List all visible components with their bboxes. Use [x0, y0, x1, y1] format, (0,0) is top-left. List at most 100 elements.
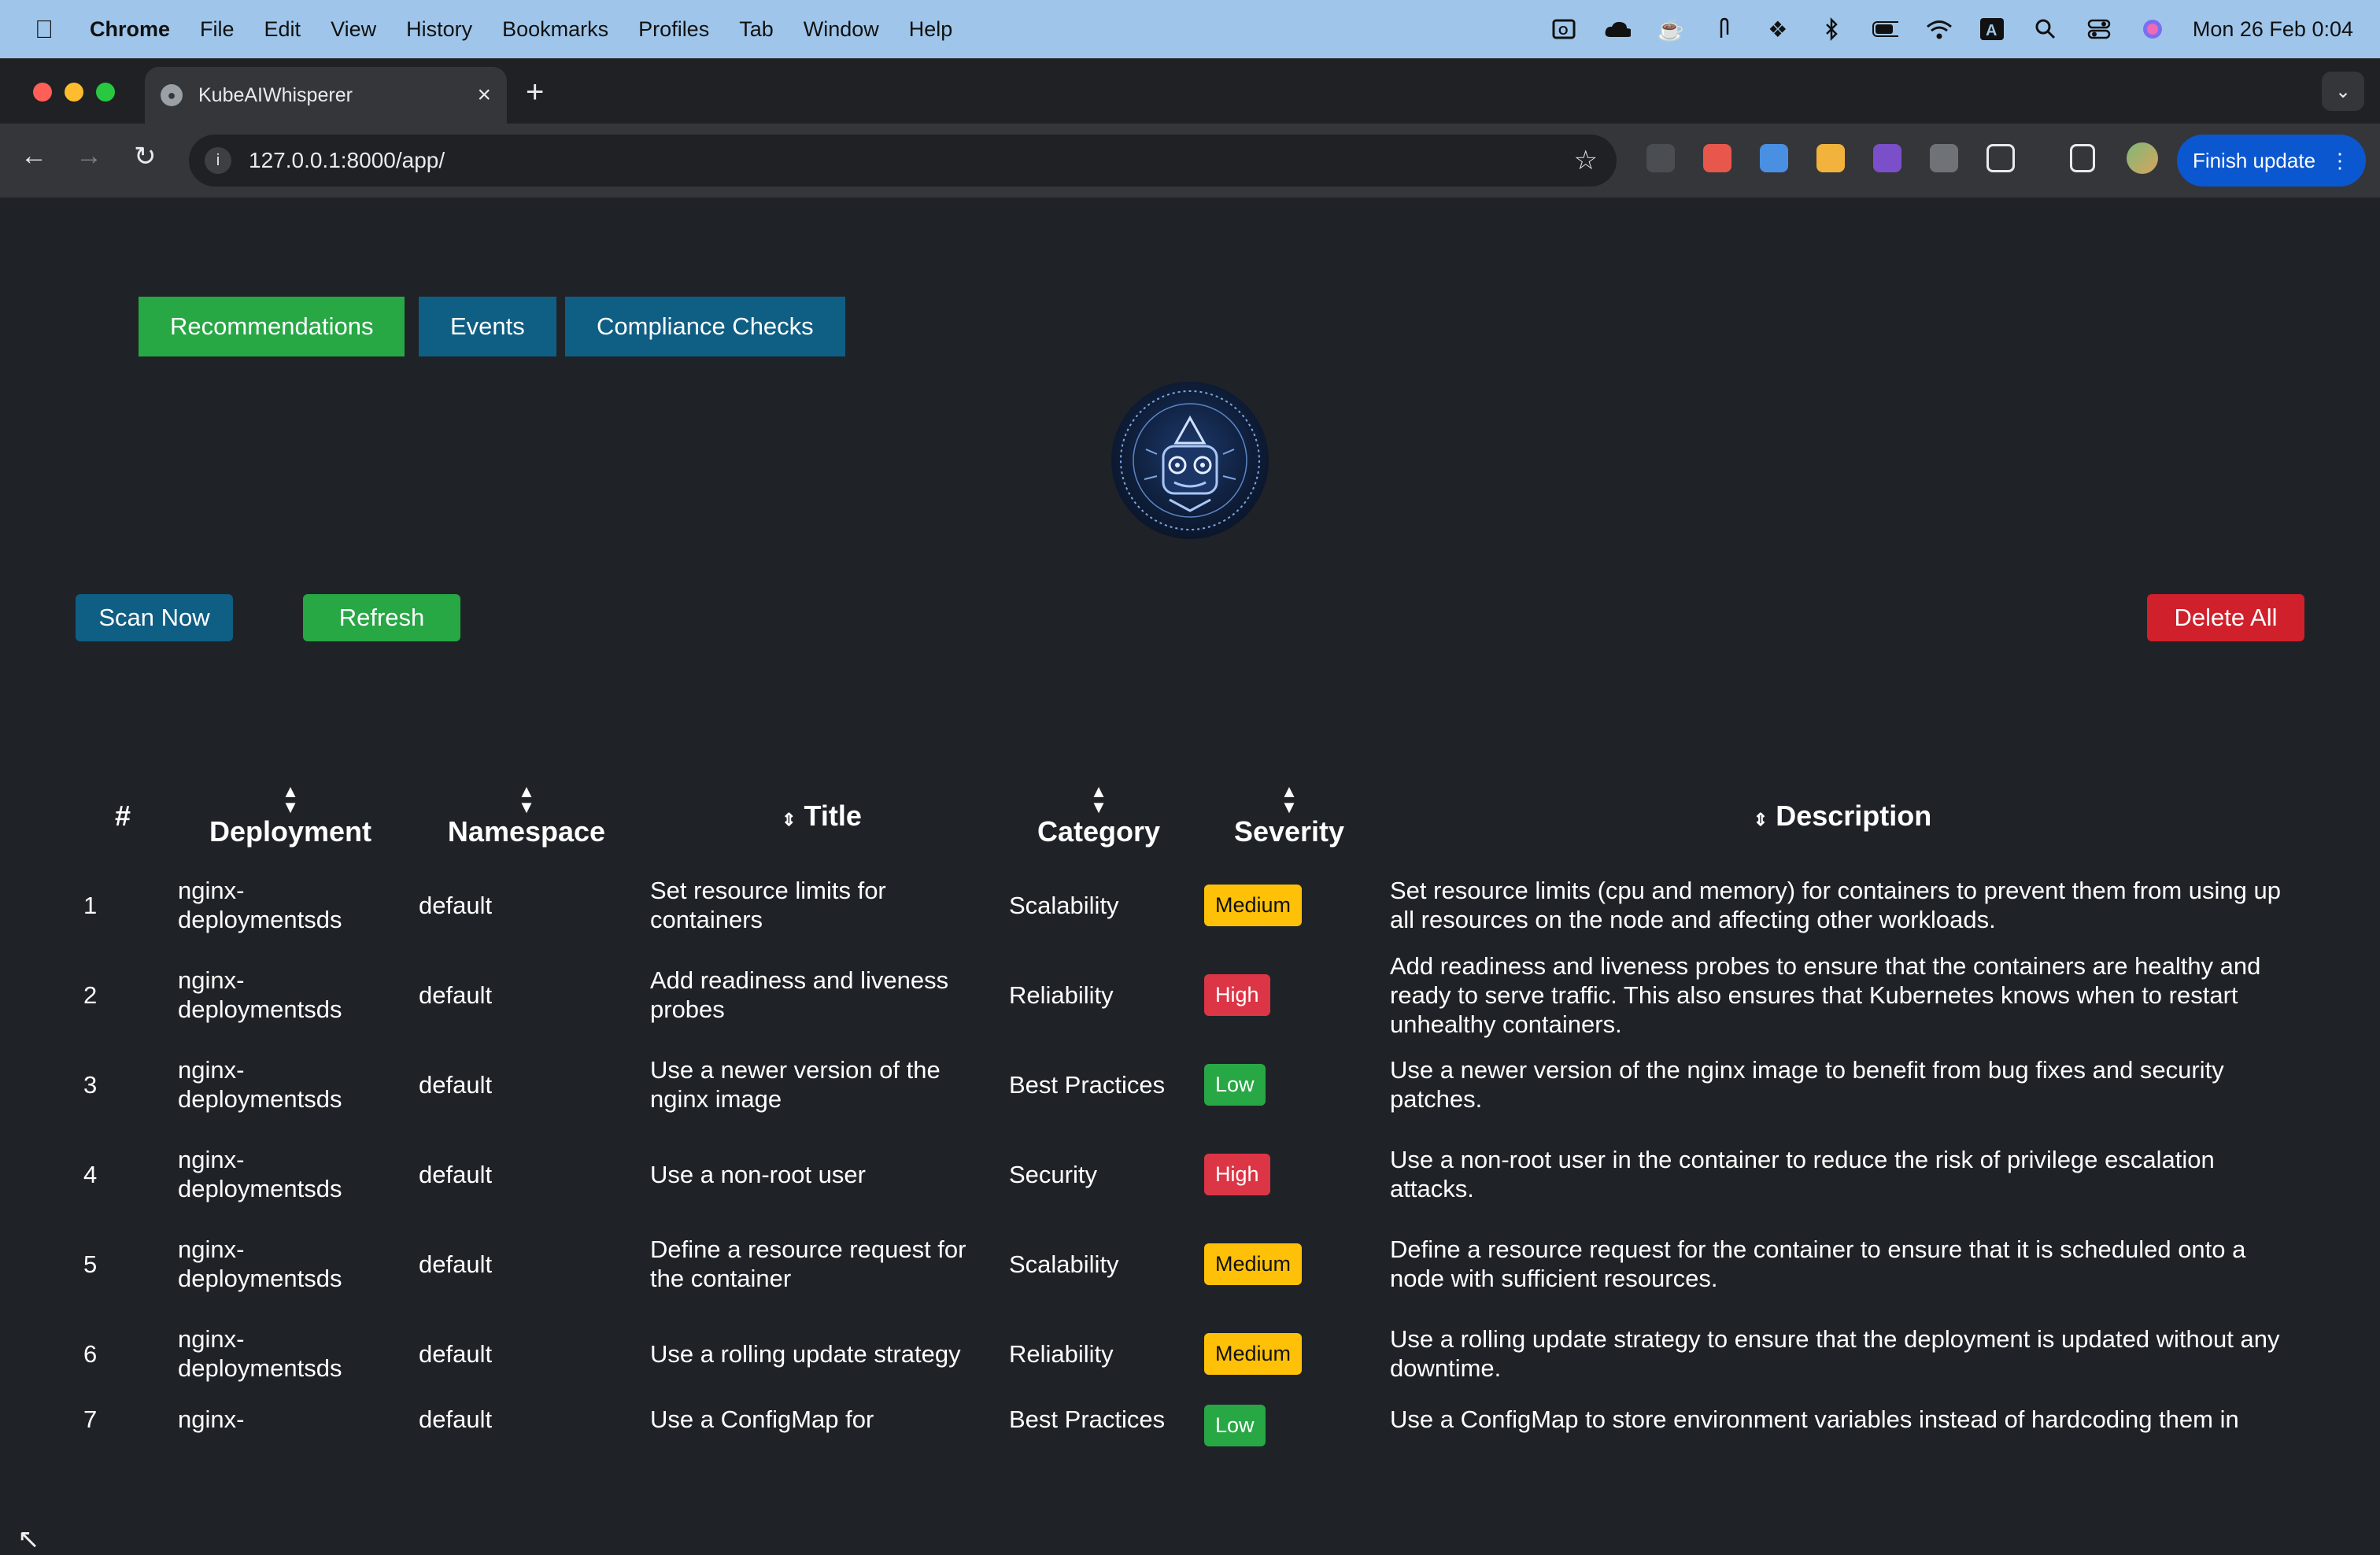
table-row: 4 nginx-deploymentsds default Use a non-roo…: [76, 1129, 2303, 1219]
cell-namespace-text: default: [419, 1405, 493, 1433]
profile-avatar[interactable]: [2127, 142, 2158, 174]
cell-severity: Medium: [1196, 1309, 1382, 1398]
finish-update-button[interactable]: Finish update ⋮: [2177, 135, 2366, 187]
puzzle-extensions-icon[interactable]: [1986, 144, 2015, 172]
cell-deployment-text: nginx-deploymentsds: [178, 877, 342, 933]
cell-index: 2: [76, 950, 170, 1040]
tab-recommendations[interactable]: Recommendations: [139, 297, 405, 356]
refresh-button[interactable]: Refresh: [303, 594, 460, 641]
cell-index: 4: [76, 1129, 170, 1219]
cell-index-text: 2: [83, 981, 98, 1009]
more-vert-icon[interactable]: ⋮: [2330, 149, 2350, 173]
extension-icon[interactable]: [1930, 144, 1958, 172]
keyboard-a-icon[interactable]: A: [1979, 17, 2005, 41]
sort-icon[interactable]: ▲ ▼: [1204, 783, 1374, 816]
severity-badge: Medium: [1204, 1332, 1303, 1375]
cell-category-text: Reliability: [1009, 1339, 1114, 1368]
tab-strip: ● KubeAIWhisperer × + ⌄: [0, 59, 2380, 124]
cell-category-text: Reliability: [1009, 981, 1114, 1009]
extension-icon[interactable]: [1703, 144, 1731, 172]
menu-help[interactable]: Help: [909, 17, 953, 42]
menu-edit[interactable]: Edit: [264, 17, 301, 42]
column-header-severity[interactable]: ▲ ▼ Severity: [1196, 772, 1382, 860]
sort-icon[interactable]: ⇕: [1754, 810, 1768, 829]
cell-category: Reliability: [1001, 1309, 1196, 1398]
menubar-status-area: O ☕ ❖ A Mon 26 Feb 0:04: [1550, 0, 2353, 58]
window-maximize-button[interactable]: [96, 83, 115, 102]
macos-menu-bar:  Chrome File Edit View History Bookmark…: [0, 0, 2380, 58]
control-center-icon[interactable]: [2086, 17, 2112, 41]
tab-events[interactable]: Events: [419, 297, 556, 356]
column-header-description[interactable]: ⇕ Description: [1382, 772, 2303, 860]
sort-icon[interactable]: ▲ ▼: [1009, 783, 1188, 816]
tab-close-icon[interactable]: ×: [477, 82, 491, 109]
cell-deployment-text: nginx-: [178, 1405, 245, 1433]
cell-index-text: 1: [83, 891, 98, 919]
dropbox-icon[interactable]: ❖: [1765, 17, 1791, 42]
cell-severity: Low: [1196, 1040, 1382, 1129]
browser-window: ● KubeAIWhisperer × + ⌄ ← → ↻ i 127.0.0.…: [0, 58, 2380, 1546]
apple-icon[interactable]: : [31, 15, 57, 44]
window-close-button[interactable]: [33, 83, 52, 102]
cell-deployment: nginx-deploymentsds: [170, 1309, 411, 1398]
menu-profiles[interactable]: Profiles: [638, 17, 709, 42]
table-row: 7 nginx-default Use a ConfigMap for Best Pr…: [76, 1398, 2303, 1494]
bluetooth-icon[interactable]: [1818, 17, 1845, 41]
window-minimize-button[interactable]: [65, 83, 83, 102]
address-url[interactable]: 127.0.0.1:8000/app/: [249, 148, 445, 173]
cell-index-text: 7: [83, 1405, 98, 1433]
back-icon[interactable]: ←: [20, 141, 47, 172]
bookmark-star-icon[interactable]: ☆: [1574, 145, 1598, 176]
cloud-icon[interactable]: [1604, 17, 1631, 41]
column-header-deployment[interactable]: ▲ ▼ Deployment: [170, 772, 411, 860]
sort-icon[interactable]: ⇕: [782, 810, 796, 829]
menu-bookmarks[interactable]: Bookmarks: [502, 17, 608, 42]
sort-icon[interactable]: ▲ ▼: [178, 783, 403, 816]
new-tab-icon[interactable]: +: [526, 75, 544, 110]
cell-namespace: default: [411, 1309, 642, 1398]
cell-title-text: Use a non-root user: [650, 1160, 866, 1188]
spotlight-icon[interactable]: [2032, 17, 2059, 41]
cell-namespace-text: default: [419, 1070, 493, 1099]
column-header-title[interactable]: ⇕ Title: [642, 772, 1001, 860]
forward-icon[interactable]: →: [76, 141, 102, 172]
header-title-label: Title: [804, 800, 862, 832]
severity-badge: Low: [1204, 1405, 1266, 1446]
tab-search-chevron-icon[interactable]: ⌄: [2322, 72, 2364, 111]
menu-history[interactable]: History: [406, 17, 472, 42]
cell-category: Scalability: [1001, 1219, 1196, 1309]
address-bar[interactable]: i 127.0.0.1:8000/app/ ☆: [189, 135, 1617, 187]
coffee-icon[interactable]: ☕: [1657, 17, 1684, 42]
reload-icon[interactable]: ↻: [134, 141, 157, 172]
siri-icon[interactable]: [2139, 17, 2166, 41]
menubar-clock[interactable]: Mon 26 Feb 0:04: [2193, 17, 2353, 42]
menu-view[interactable]: View: [331, 17, 376, 42]
cell-deployment-text: nginx-deploymentsds: [178, 1236, 342, 1292]
severity-badge: Medium: [1204, 884, 1303, 926]
tab-compliance-checks[interactable]: Compliance Checks: [565, 297, 845, 356]
sort-icon[interactable]: ▲ ▼: [419, 783, 634, 816]
paperclip-icon[interactable]: [1711, 17, 1738, 41]
wifi-icon[interactable]: [1925, 17, 1952, 41]
menu-file[interactable]: File: [200, 17, 235, 42]
header-description-label: Description: [1776, 800, 1932, 832]
site-info-icon[interactable]: i: [205, 147, 231, 174]
scan-now-button[interactable]: Scan Now: [76, 594, 233, 641]
menu-tab[interactable]: Tab: [739, 17, 774, 42]
menu-window[interactable]: Window: [804, 17, 879, 42]
delete-all-button[interactable]: Delete All: [2147, 594, 2304, 641]
extension-icon[interactable]: [1816, 144, 1845, 172]
column-header-namespace[interactable]: ▲ ▼ Namespace: [411, 772, 642, 860]
extension-icon[interactable]: [1760, 144, 1788, 172]
column-header-category[interactable]: ▲ ▼ Category: [1001, 772, 1196, 860]
cell-category: Reliability: [1001, 950, 1196, 1040]
menu-app-name[interactable]: Chrome: [90, 17, 170, 42]
cell-title: Use a non-root user: [642, 1129, 1001, 1219]
browser-tab[interactable]: ● KubeAIWhisperer ×: [145, 67, 507, 124]
side-panel-icon[interactable]: [2070, 144, 2095, 172]
extension-icon[interactable]: [1646, 144, 1675, 172]
cell-severity: High: [1196, 950, 1382, 1040]
cell-description-text: Use a non-root user in the container to …: [1390, 1146, 2215, 1202]
extension-icon[interactable]: [1873, 144, 1901, 172]
outlook-icon[interactable]: O: [1550, 17, 1577, 41]
